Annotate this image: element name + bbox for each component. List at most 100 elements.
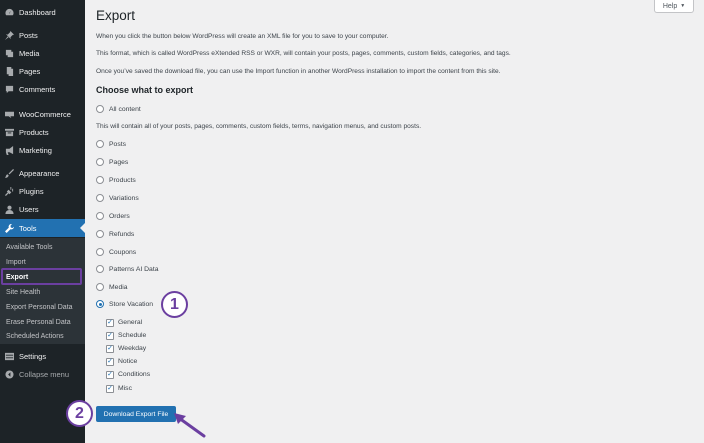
export-highlight-box bbox=[1, 268, 82, 285]
step-1-badge: 1 bbox=[161, 291, 188, 318]
section-title: Choose what to export bbox=[96, 85, 194, 95]
menu-posts[interactable]: Posts bbox=[0, 26, 85, 44]
checkbox-misc[interactable]: ✓ Misc bbox=[106, 384, 132, 393]
menu-label: Users bbox=[19, 204, 39, 214]
intro-paragraph-2: This format, which is called WordPress e… bbox=[96, 50, 511, 57]
menu-products[interactable]: Products bbox=[0, 123, 85, 141]
media-icon bbox=[5, 49, 14, 58]
radio-label: Orders bbox=[109, 212, 130, 220]
pin-icon bbox=[5, 30, 14, 40]
menu-plugins[interactable]: Plugins bbox=[0, 182, 85, 200]
menu-dashboard[interactable]: Dashboard bbox=[0, 3, 85, 21]
radio-button[interactable] bbox=[96, 194, 104, 202]
checkbox-label: Weekday bbox=[118, 345, 147, 352]
radio-label: Refunds bbox=[109, 230, 135, 238]
checkbox-conditions[interactable]: ✓ Conditions bbox=[106, 370, 150, 379]
checkbox-label: Notice bbox=[118, 358, 138, 365]
checkbox-label: Misc bbox=[118, 385, 132, 392]
radio-patterns-ai-data[interactable]: Patterns AI Data bbox=[96, 264, 159, 274]
page-title: Export bbox=[96, 8, 136, 23]
radio-coupons[interactable]: Coupons bbox=[96, 247, 136, 257]
megaphone-icon bbox=[5, 145, 14, 155]
radio-label: Media bbox=[109, 283, 128, 291]
dashboard-icon bbox=[5, 8, 14, 17]
menu-marketing[interactable]: Marketing bbox=[0, 141, 85, 159]
menu-label: Plugins bbox=[19, 186, 44, 196]
caret-down-icon: ▼ bbox=[680, 3, 686, 9]
checkmark-icon[interactable]: ✓ bbox=[106, 318, 114, 327]
submenu-erase-personal-data[interactable]: Erase Personal Data bbox=[0, 315, 85, 329]
submenu-scheduled-actions[interactable]: Scheduled Actions bbox=[0, 329, 85, 343]
radio-button[interactable] bbox=[96, 230, 104, 238]
checkmark-icon[interactable]: ✓ bbox=[106, 370, 114, 379]
radio-button-selected[interactable] bbox=[96, 300, 104, 308]
checkbox-notice[interactable]: ✓ Notice bbox=[106, 357, 137, 366]
menu-label: Products bbox=[19, 127, 49, 137]
wrench-icon bbox=[5, 223, 14, 233]
radio-pages[interactable]: Pages bbox=[96, 157, 128, 167]
intro-paragraph-3: Once you’ve saved the download file, you… bbox=[96, 68, 501, 75]
radio-label: Products bbox=[109, 176, 136, 184]
checkbox-label: General bbox=[118, 319, 143, 326]
radio-media[interactable]: Media bbox=[96, 282, 128, 292]
plug-icon bbox=[5, 186, 14, 196]
checkbox-general[interactable]: ✓ General bbox=[106, 318, 142, 327]
radio-label: Pages bbox=[109, 158, 129, 166]
comment-icon bbox=[5, 85, 14, 94]
radio-orders[interactable]: Orders bbox=[96, 211, 130, 221]
pages-icon bbox=[5, 66, 14, 76]
checkbox-label: Conditions bbox=[118, 371, 151, 378]
menu-settings[interactable]: Settings bbox=[0, 347, 85, 365]
checkmark-icon[interactable]: ✓ bbox=[106, 344, 114, 353]
radio-refunds[interactable]: Refunds bbox=[96, 229, 134, 239]
admin-sidebar: Dashboard Posts Media Pages Comments Woo… bbox=[0, 0, 85, 443]
radio-variations[interactable]: Variations bbox=[96, 193, 139, 203]
user-icon bbox=[5, 205, 14, 214]
download-export-file-button[interactable]: Download Export File bbox=[96, 406, 176, 422]
menu-label: Tools bbox=[19, 223, 37, 233]
radio-label: Posts bbox=[109, 140, 126, 148]
woocommerce-icon bbox=[5, 110, 14, 119]
checkmark-icon[interactable]: ✓ bbox=[106, 331, 114, 340]
radio-button[interactable] bbox=[96, 176, 104, 184]
menu-label: Posts bbox=[19, 30, 38, 40]
radio-label: All content bbox=[109, 105, 141, 113]
collapse-label: Collapse menu bbox=[19, 369, 70, 379]
menu-label: Comments bbox=[19, 84, 56, 94]
radio-button[interactable] bbox=[96, 248, 104, 256]
radio-label: Coupons bbox=[109, 248, 137, 256]
collapse-icon bbox=[5, 369, 14, 379]
settings-icon bbox=[5, 352, 14, 361]
radio-button[interactable] bbox=[96, 140, 104, 148]
menu-pages[interactable]: Pages bbox=[0, 62, 85, 80]
menu-comments[interactable]: Comments bbox=[0, 80, 85, 98]
menu-users[interactable]: Users bbox=[0, 200, 85, 218]
radio-button[interactable] bbox=[96, 105, 104, 113]
checkmark-icon[interactable]: ✓ bbox=[106, 357, 114, 366]
radio-label: Variations bbox=[109, 194, 139, 202]
submenu-export-personal-data[interactable]: Export Personal Data bbox=[0, 300, 85, 314]
checkbox-schedule[interactable]: ✓ Schedule bbox=[106, 331, 146, 340]
menu-tools[interactable]: Tools bbox=[0, 219, 85, 237]
radio-button[interactable] bbox=[96, 158, 104, 166]
checkbox-weekday[interactable]: ✓ Weekday bbox=[106, 344, 146, 353]
submenu-available-tools[interactable]: Available Tools bbox=[0, 240, 85, 254]
radio-store-vacation[interactable]: Store Vacation bbox=[96, 299, 153, 309]
help-button[interactable]: Help ▼ bbox=[654, 0, 694, 13]
menu-label: Pages bbox=[19, 66, 41, 76]
menu-label: Dashboard bbox=[19, 7, 56, 17]
radio-products[interactable]: Products bbox=[96, 175, 136, 185]
radio-button[interactable] bbox=[96, 265, 104, 273]
radio-button[interactable] bbox=[96, 212, 104, 220]
radio-all-content[interactable]: All content bbox=[96, 104, 141, 114]
radio-button[interactable] bbox=[96, 283, 104, 291]
radio-posts[interactable]: Posts bbox=[96, 139, 126, 149]
checkmark-icon[interactable]: ✓ bbox=[106, 384, 114, 393]
collapse-menu-button[interactable]: Collapse menu bbox=[0, 365, 85, 383]
menu-woocommerce[interactable]: WooCommerce bbox=[0, 105, 85, 123]
submenu-site-health[interactable]: Site Health bbox=[0, 285, 85, 299]
pointer-arrow-icon bbox=[174, 413, 206, 438]
menu-appearance[interactable]: Appearance bbox=[0, 164, 85, 182]
submenu-import[interactable]: Import bbox=[0, 255, 85, 269]
menu-media[interactable]: Media bbox=[0, 44, 85, 62]
